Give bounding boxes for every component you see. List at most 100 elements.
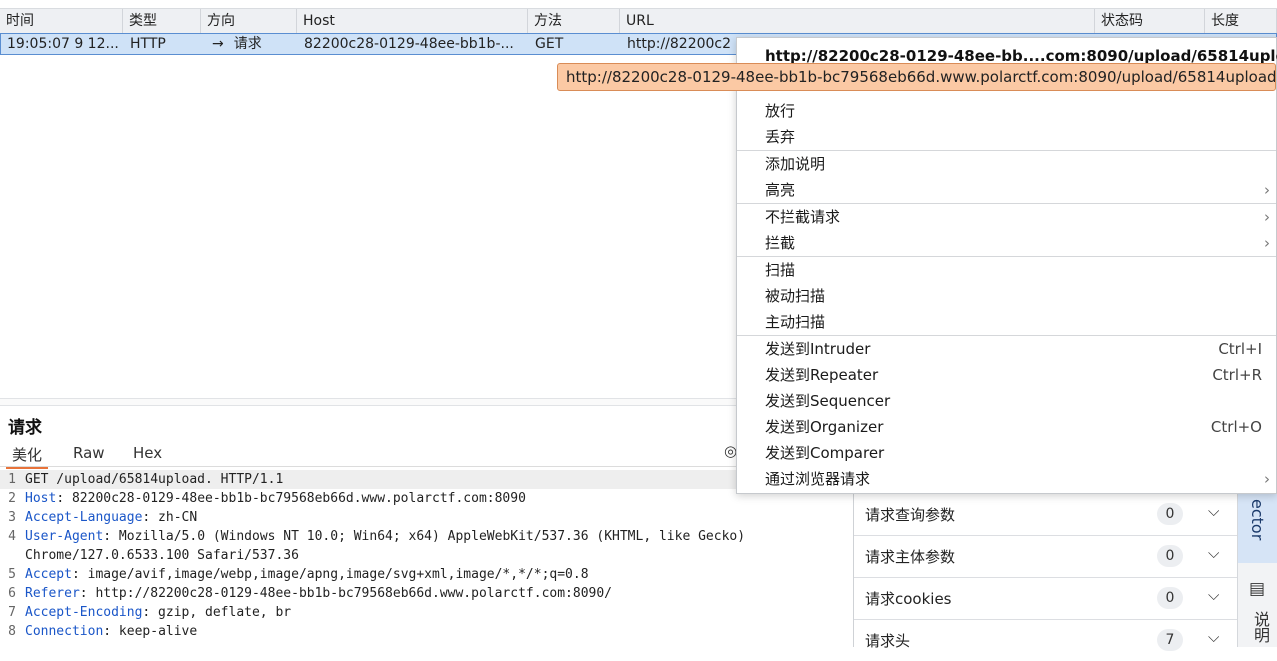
inspector-sidebar: ector ▤ 说明 <box>1237 493 1277 647</box>
line-text: Chrome/127.0.6533.100 Safari/537.36 <box>25 548 299 563</box>
chevron-down-icon[interactable]: ⌵ <box>1208 544 1219 562</box>
line-number: 8 <box>8 624 16 639</box>
code-line: 7 Accept-Encoding: gzip, deflate, br <box>0 603 850 622</box>
menu-item-label: 被动扫描 <box>765 287 826 305</box>
inspector-row-query-params[interactable]: 请求查询参数 0 ⌵ <box>854 493 1238 536</box>
menu-item-label: 拦截 <box>765 234 796 252</box>
line-number: 3 <box>8 510 16 525</box>
history-table-header: 时间 类型 方向 Host 方法 URL 状态码 长度 <box>0 8 1277 34</box>
count-badge: 0 <box>1157 545 1183 567</box>
url-tooltip: http://82200c28-0129-48ee-bb1b-bc79568eb… <box>557 63 1276 91</box>
column-header-url[interactable]: URL <box>620 9 1095 33</box>
code-line: 8 Connection: keep-alive <box>0 622 850 641</box>
code-line: 2 Host: 82200c28-0129-48ee-bb1b-bc79568e… <box>0 489 850 508</box>
line-number: 5 <box>8 567 16 582</box>
menu-item-send-to-organizer[interactable]: 发送到Organizer Ctrl+O <box>737 414 1276 440</box>
tab-inspector-label: ector <box>1248 499 1267 541</box>
cell-time: 19:05:07 9 12... <box>7 36 119 52</box>
line-text: Connection: keep-alive <box>25 622 197 641</box>
menu-item-send-to-intruder[interactable]: 发送到Intruder Ctrl+I <box>737 336 1276 362</box>
menu-shortcut: Ctrl+I <box>1218 340 1262 358</box>
menu-item-label: 放行 <box>765 102 796 120</box>
line-number: 6 <box>8 586 16 601</box>
menu-shortcut: Ctrl+O <box>1210 418 1262 436</box>
menu-item-send-to-repeater[interactable]: 发送到Repeater Ctrl+R <box>737 362 1276 388</box>
menu-item-send-to-comparer[interactable]: 发送到Comparer <box>737 440 1276 466</box>
column-header-host[interactable]: Host <box>297 9 528 33</box>
menu-item-drop[interactable]: 丢弃 <box>737 124 1276 150</box>
chevron-right-icon: › <box>1264 470 1270 488</box>
column-header-type[interactable]: 类型 <box>123 9 201 33</box>
cell-type: HTTP <box>130 36 166 52</box>
menu-item-label: 主动扫描 <box>765 313 826 331</box>
column-header-time[interactable]: 时间 <box>0 9 123 33</box>
chevron-right-icon: › <box>1264 208 1270 226</box>
chevron-right-icon: › <box>1264 181 1270 199</box>
menu-item-label: 发送到Repeater <box>765 366 879 384</box>
menu-item-forward[interactable]: 放行 <box>737 98 1276 124</box>
inspector-panel: 请求查询参数 0 ⌵ 请求主体参数 0 ⌵ 请求cookies 0 ⌵ 请求头 … <box>853 493 1238 651</box>
header-key: Accept-Language <box>25 510 143 525</box>
count-badge: 0 <box>1157 503 1183 525</box>
menu-item-highlight[interactable]: 高亮 › <box>737 177 1276 203</box>
menu-item-label: 丢弃 <box>765 128 796 146</box>
line-text: Referer: http://82200c28-0129-48ee-bb1b-… <box>25 584 612 603</box>
code-line: Chrome/127.0.6533.100 Safari/537.36 <box>0 546 850 565</box>
line-text: GET /upload/65814upload. HTTP/1.1 <box>25 472 284 487</box>
count-badge: 0 <box>1157 587 1183 609</box>
tab-raw[interactable]: Raw <box>73 444 105 462</box>
chevron-right-icon: › <box>1264 234 1270 252</box>
line-number: 1 <box>8 472 16 487</box>
column-header-status[interactable]: 状态码 <box>1095 9 1205 33</box>
menu-item-dont-intercept[interactable]: 不拦截请求 › <box>737 204 1276 230</box>
column-header-length[interactable]: 长度 <box>1205 9 1277 33</box>
cell-direction: → 请求 <box>202 34 298 54</box>
context-menu: http://82200c28-0129-48ee-bb....com:8090… <box>736 37 1277 494</box>
menu-item-label: 添加说明 <box>765 155 826 173</box>
menu-item-label: 发送到Comparer <box>765 444 885 462</box>
tab-hex[interactable]: Hex <box>133 444 162 462</box>
column-header-method[interactable]: 方法 <box>528 9 620 33</box>
menu-item-label: 不拦截请求 <box>765 208 841 226</box>
cell-host: 82200c28-0129-48ee-bb1b-... <box>304 36 514 52</box>
chevron-down-icon[interactable]: ⌵ <box>1208 628 1219 646</box>
menu-item-label: 发送到Sequencer <box>765 392 891 410</box>
line-number: 2 <box>8 491 16 506</box>
header-value: : http://82200c28-0129-48ee-bb1b-bc79568… <box>79 586 613 601</box>
code-line: 1 GET /upload/65814upload. HTTP/1.1 <box>0 470 850 489</box>
document-icon[interactable]: ▤ <box>1249 579 1265 599</box>
column-header-direction[interactable]: 方向 <box>201 9 297 33</box>
tab-notes-label[interactable]: 说明 <box>1248 611 1272 643</box>
menu-item-scan[interactable]: 扫描 <box>737 257 1276 283</box>
chevron-down-icon[interactable]: ⌵ <box>1208 586 1219 604</box>
header-value: : gzip, deflate, br <box>142 605 292 620</box>
line-text: User-Agent: Mozilla/5.0 (Windows NT 10.0… <box>25 527 745 546</box>
inspector-row-label: 请求查询参数 <box>865 506 956 524</box>
menu-shortcut: Ctrl+R <box>1212 366 1262 384</box>
request-tabs: 美化 Raw Hex <box>0 442 850 469</box>
line-number: 7 <box>8 605 16 620</box>
tab-pretty[interactable]: 美化 <box>6 444 49 469</box>
inspector-row-label: 请求主体参数 <box>865 548 956 566</box>
header-key: Accept <box>25 567 72 582</box>
menu-item-add-comment[interactable]: 添加说明 <box>737 151 1276 177</box>
menu-item-send-to-sequencer[interactable]: 发送到Sequencer <box>737 388 1276 414</box>
inspector-row-label: 请求cookies <box>865 590 952 608</box>
header-key: Connection <box>25 624 104 639</box>
code-line: 3 Accept-Language: zh-CN <box>0 508 850 527</box>
header-value: : Mozilla/5.0 (Windows NT 10.0; Win64; x… <box>103 529 746 544</box>
tab-inspector[interactable]: ector <box>1238 493 1277 563</box>
inspector-row-body-params[interactable]: 请求主体参数 0 ⌵ <box>854 535 1238 578</box>
inspector-row-cookies[interactable]: 请求cookies 0 ⌵ <box>854 577 1238 620</box>
header-key: Host <box>25 491 57 506</box>
menu-item-active-scan[interactable]: 主动扫描 <box>737 309 1276 335</box>
menu-item-passive-scan[interactable]: 被动扫描 <box>737 283 1276 309</box>
header-key: User-Agent <box>25 529 104 544</box>
header-value: : image/avif,image/webp,image/apng,image… <box>71 567 589 582</box>
menu-item-intercept[interactable]: 拦截 › <box>737 230 1276 256</box>
chevron-down-icon[interactable]: ⌵ <box>1208 502 1219 520</box>
menu-item-request-in-browser[interactable]: 通过浏览器请求 › <box>737 466 1276 492</box>
inspector-row-headers[interactable]: 请求头 7 ⌵ <box>854 619 1238 661</box>
line-text: Accept-Encoding: gzip, deflate, br <box>25 603 291 622</box>
line-text: Accept: image/avif,image/webp,image/apng… <box>25 565 589 584</box>
